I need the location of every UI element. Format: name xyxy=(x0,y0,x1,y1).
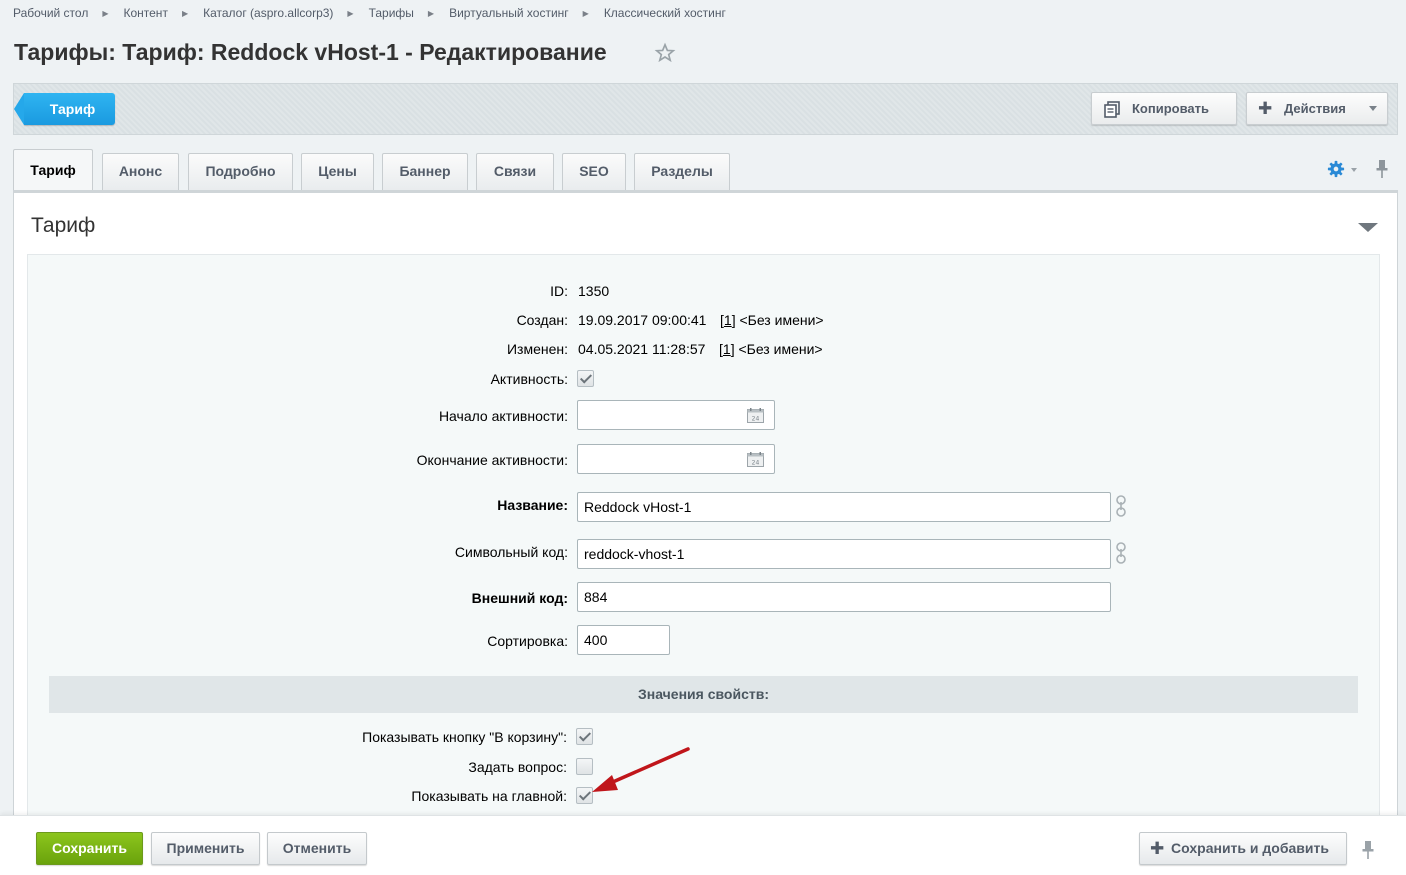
field-active-row: Активность: xyxy=(28,371,568,391)
tab-banner[interactable]: Баннер xyxy=(382,153,468,190)
field-active-from-row: Начало активности: xyxy=(28,408,568,428)
tab-anons[interactable]: Анонс xyxy=(102,153,179,190)
form-area: ID: 1350 Создан: 19.09.2017 09:00:41 [1]… xyxy=(27,254,1380,844)
chevron-down-icon xyxy=(1369,106,1377,111)
section-title: Тариф xyxy=(31,214,96,237)
property-row: Задать вопрос: xyxy=(27,759,567,779)
field-label: Активность: xyxy=(490,371,568,387)
code-input[interactable]: reddock-vhost-1 xyxy=(577,539,1111,569)
copy-icon xyxy=(1104,101,1120,118)
copy-button[interactable]: Копировать xyxy=(1091,92,1237,125)
pin-icon[interactable] xyxy=(1361,840,1375,860)
annotation-arrow-icon xyxy=(592,747,690,792)
breadcrumb-item[interactable]: Тарифы xyxy=(369,6,414,20)
pin-icon[interactable] xyxy=(1375,159,1389,179)
field-name-row: Название: xyxy=(28,497,568,517)
cancel-button[interactable]: Отменить xyxy=(267,832,367,865)
gear-icon[interactable] xyxy=(1327,160,1345,178)
field-label: Символьный код: xyxy=(454,544,568,560)
field-label: Создан: xyxy=(516,312,568,328)
footer-bar: Сохранить Применить Отменить ✚ Сохранить… xyxy=(0,815,1406,875)
calendar-icon[interactable]: 24 xyxy=(747,408,764,423)
field-label: Начало активности: xyxy=(438,408,568,424)
field-label: Изменен: xyxy=(506,341,568,357)
edit-form-panel: Тариф ID: 1350 Создан: 19.09.2017 09:00:… xyxy=(13,190,1398,844)
svg-text:24: 24 xyxy=(752,460,760,467)
field-modified-row: Изменен: xyxy=(28,341,568,361)
created-value: 19.09.2017 09:00:41 xyxy=(578,312,707,328)
field-created-row: Создан: xyxy=(28,312,568,332)
plus-icon: ✚ xyxy=(1258,99,1273,118)
page-title: Тарифы: Тариф: Reddock vHost-1 - Редакти… xyxy=(14,39,607,65)
breadcrumb-item[interactable]: Контент xyxy=(123,6,167,20)
apply-button[interactable]: Применить xyxy=(151,832,260,865)
modified-user-name: <Без имени> xyxy=(738,341,823,357)
xml-id-input[interactable]: 884 xyxy=(577,582,1111,612)
chain-link-icon[interactable] xyxy=(1115,494,1127,518)
property-label: Показывать кнопку "В корзину": xyxy=(362,729,567,745)
field-xml-id-row: Внешний код: xyxy=(28,590,568,610)
created-user-link[interactable]: 1 xyxy=(724,312,732,328)
chevron-down-icon[interactable] xyxy=(1351,168,1357,172)
save-and-add-label: Сохранить и добавить xyxy=(1171,840,1329,856)
breadcrumb: Рабочий стол ▶ Контент ▶ Каталог (aspro.allc… xyxy=(13,6,726,20)
properties-header: Значения свойств: xyxy=(49,676,1358,713)
property-checkbox-cart-button[interactable] xyxy=(576,728,593,745)
modified-user: [1] <Без имени> xyxy=(719,341,823,357)
field-code-row: Символьный код: xyxy=(28,544,568,564)
collapse-toggle-icon[interactable] xyxy=(1358,223,1378,232)
breadcrumb-item[interactable]: Рабочий стол xyxy=(13,6,88,20)
field-label: Сортировка: xyxy=(487,633,568,649)
chevron-right-icon: ▶ xyxy=(582,9,589,18)
chevron-right-icon: ▶ xyxy=(181,9,189,18)
tab-prices[interactable]: Цены xyxy=(301,153,374,190)
save-and-add-button[interactable]: ✚ Сохранить и добавить xyxy=(1139,832,1347,865)
context-tab[interactable]: Тариф xyxy=(14,93,115,125)
star-icon[interactable] xyxy=(654,42,676,64)
active-from-input[interactable]: 24 xyxy=(577,400,775,430)
field-label: Внешний код: xyxy=(471,590,568,606)
field-label: Окончание активности: xyxy=(416,452,568,468)
active-to-input[interactable]: 24 xyxy=(577,444,775,474)
property-label: Задать вопрос: xyxy=(468,759,567,775)
chain-link-icon[interactable] xyxy=(1115,541,1127,565)
actions-dropdown-button[interactable]: ✚ Действия xyxy=(1246,92,1388,125)
active-checkbox[interactable] xyxy=(577,370,594,387)
property-row: Показывать на главной: xyxy=(27,788,567,808)
field-id-row: ID: xyxy=(28,283,568,303)
field-sort-row: Сортировка: xyxy=(28,633,568,653)
created-user-name: <Без имени> xyxy=(739,312,824,328)
field-label: Название: xyxy=(497,497,568,513)
property-row: Показывать кнопку "В корзину": xyxy=(27,729,567,749)
tab-seo[interactable]: SEO xyxy=(562,153,626,190)
modified-value: 04.05.2021 11:28:57 xyxy=(578,341,706,357)
actions-button-label: Действия xyxy=(1284,101,1346,116)
breadcrumb-item[interactable]: Классический хостинг xyxy=(604,6,726,20)
modified-user-link[interactable]: 1 xyxy=(723,341,731,357)
save-button[interactable]: Сохранить xyxy=(36,832,143,865)
chevron-right-icon: ▶ xyxy=(102,9,109,18)
breadcrumb-item[interactable]: Виртуальный хостинг xyxy=(449,6,569,20)
svg-text:24: 24 xyxy=(752,416,760,423)
chevron-right-icon: ▶ xyxy=(347,9,354,18)
calendar-icon[interactable]: 24 xyxy=(747,452,764,467)
property-label: Показывать на главной: xyxy=(411,788,567,804)
tab-sections[interactable]: Разделы xyxy=(634,153,730,190)
tab-details[interactable]: Подробно xyxy=(188,153,293,190)
plus-icon: ✚ xyxy=(1150,839,1165,858)
breadcrumb-item[interactable]: Каталог (aspro.allcorp3) xyxy=(203,6,333,20)
chevron-right-icon: ▶ xyxy=(427,9,435,18)
tab-links[interactable]: Связи xyxy=(476,153,554,190)
toolbar: Тариф Копировать ✚ Действия xyxy=(13,83,1398,135)
name-input[interactable]: Reddock vHost-1 xyxy=(577,492,1111,522)
created-user: [1] <Без имени> xyxy=(720,312,824,328)
copy-button-label: Копировать xyxy=(1132,101,1210,116)
tab-tariff[interactable]: Тариф xyxy=(13,149,93,191)
id-value: 1350 xyxy=(578,283,610,299)
sort-input[interactable]: 400 xyxy=(577,625,670,655)
field-active-to-row: Окончание активности: xyxy=(28,452,568,472)
field-label: ID: xyxy=(550,283,568,299)
